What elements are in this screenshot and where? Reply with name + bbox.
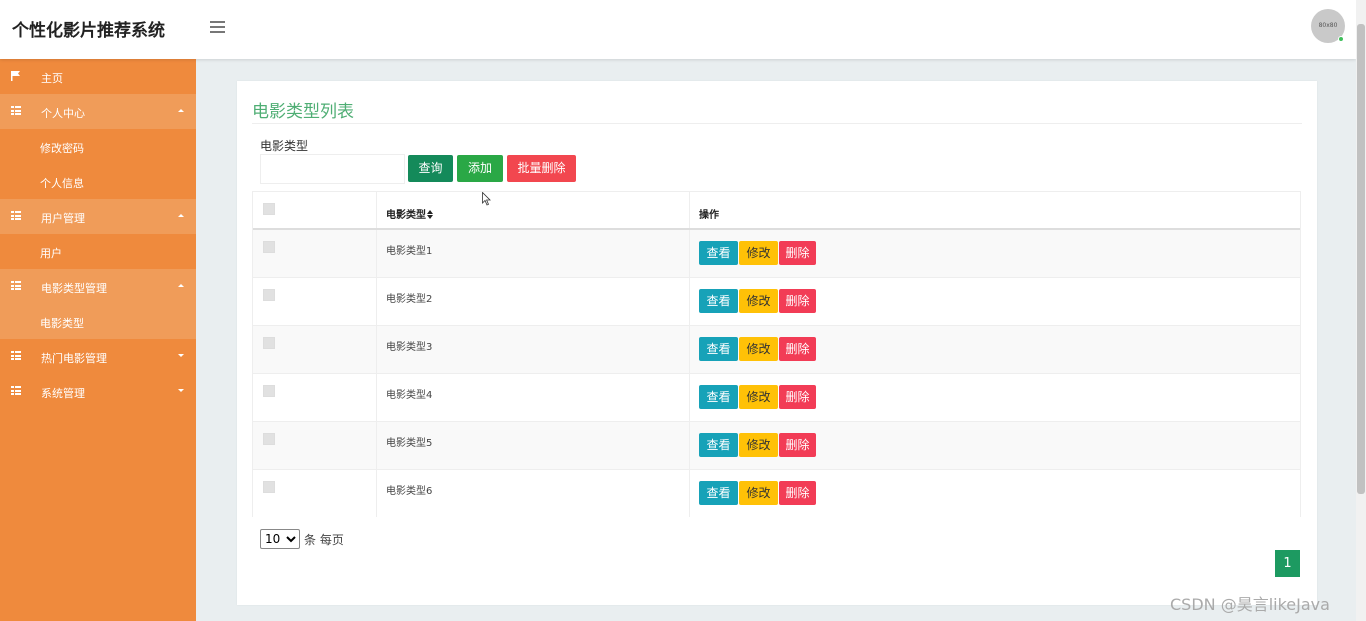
caret-down-icon [178, 354, 184, 357]
row-checkbox[interactable] [263, 481, 275, 493]
table-row: 电影类型5 查看 修改 删除 [253, 422, 1300, 470]
sidebar-group-user-management[interactable]: 用户管理 [0, 199, 196, 234]
top-bar: 个性化影片推荐系统 80x80 [0, 0, 1356, 59]
sidebar-item-users[interactable]: 用户 [0, 234, 196, 269]
page-size-select[interactable]: 10 [260, 529, 300, 549]
list-icon [11, 386, 21, 396]
table-header: 电影类型 操作 [253, 192, 1300, 230]
page-scrollbar[interactable] [1356, 0, 1366, 621]
view-button[interactable]: 查看 [699, 481, 738, 505]
sidebar-item-label: 修改密码 [40, 142, 84, 155]
online-status-dot [1338, 36, 1344, 42]
edit-button[interactable]: 修改 [739, 241, 778, 265]
sidebar: 主页 个人中心 修改密码 个人信息 用户管理 用户 电影类型管理 电影类型 热门… [0, 59, 196, 621]
flag-icon [11, 71, 20, 81]
content-card: 电影类型列表 电影类型 查询 添加 批量删除 电影类型 操作 电影类型1 查看 … [237, 81, 1317, 605]
view-button[interactable]: 查看 [699, 289, 738, 313]
movie-type-name: 电影类型2 [386, 294, 433, 305]
row-checkbox[interactable] [263, 241, 275, 253]
caret-up-icon [178, 109, 184, 112]
per-page-label: 条 每页 [304, 533, 344, 547]
delete-button[interactable]: 删除 [779, 337, 816, 361]
page-button-current[interactable]: 1 [1275, 550, 1300, 577]
sidebar-item-change-password[interactable]: 修改密码 [0, 129, 196, 164]
delete-button[interactable]: 删除 [779, 289, 816, 313]
sidebar-group-personal[interactable]: 个人中心 [0, 94, 196, 129]
table-row: 电影类型1 查看 修改 删除 [253, 230, 1300, 278]
movie-type-name: 电影类型6 [386, 486, 433, 497]
table-row: 电影类型3 查看 修改 删除 [253, 326, 1300, 374]
mouse-cursor-icon [482, 192, 491, 206]
page-title: 电影类型列表 [252, 102, 354, 122]
sidebar-group-label: 用户管理 [41, 212, 85, 225]
table-row: 电影类型4 查看 修改 删除 [253, 374, 1300, 422]
movie-type-search-input[interactable] [260, 154, 405, 184]
delete-button[interactable]: 删除 [779, 241, 816, 265]
sidebar-item-label: 个人信息 [40, 177, 84, 190]
sidebar-item-label: 用户 [40, 247, 62, 260]
view-button[interactable]: 查看 [699, 337, 738, 361]
watermark: CSDN @昊言likeJava [1170, 595, 1330, 614]
list-icon [11, 106, 21, 116]
app-title: 个性化影片推荐系统 [12, 21, 165, 41]
delete-button[interactable]: 删除 [779, 433, 816, 457]
sidebar-item-movie-type[interactable]: 电影类型 [0, 304, 196, 339]
list-icon [11, 351, 21, 361]
delete-button[interactable]: 删除 [779, 481, 816, 505]
row-checkbox[interactable] [263, 337, 275, 349]
row-checkbox[interactable] [263, 289, 275, 301]
movie-type-name: 电影类型4 [386, 390, 433, 401]
table-row: 电影类型6 查看 修改 删除 [253, 470, 1300, 517]
sidebar-group-system[interactable]: 系统管理 [0, 374, 196, 409]
edit-button[interactable]: 修改 [739, 433, 778, 457]
delete-button[interactable]: 删除 [779, 385, 816, 409]
scrollbar-thumb[interactable] [1357, 24, 1365, 494]
table-row: 电影类型2 查看 修改 删除 [253, 278, 1300, 326]
caret-up-icon [178, 284, 184, 287]
view-button[interactable]: 查看 [699, 385, 738, 409]
edit-button[interactable]: 修改 [739, 385, 778, 409]
column-header-movie-type[interactable]: 电影类型 [386, 206, 433, 221]
row-checkbox[interactable] [263, 385, 275, 397]
sidebar-group-label: 系统管理 [41, 387, 85, 400]
sidebar-group-label: 热门电影管理 [41, 352, 107, 365]
menu-toggle-icon[interactable] [210, 18, 228, 36]
caret-down-icon [178, 389, 184, 392]
list-icon [11, 281, 21, 291]
sidebar-group-movie-type-management[interactable]: 电影类型管理 [0, 269, 196, 304]
sort-icon [427, 210, 433, 219]
sidebar-group-label: 个人中心 [41, 107, 85, 120]
select-all-checkbox[interactable] [263, 203, 275, 215]
sidebar-group-label: 电影类型管理 [41, 282, 107, 295]
movie-type-name: 电影类型5 [386, 438, 433, 449]
movie-type-name: 电影类型3 [386, 342, 433, 353]
sidebar-group-hot-movies[interactable]: 热门电影管理 [0, 339, 196, 374]
column-header-actions: 操作 [699, 210, 719, 221]
movie-type-name: 电影类型1 [386, 246, 433, 257]
search-label: 电影类型 [260, 139, 309, 153]
view-button[interactable]: 查看 [699, 433, 738, 457]
batch-delete-button[interactable]: 批量删除 [507, 155, 576, 182]
sidebar-item-label: 电影类型 [40, 317, 84, 330]
sidebar-item-home[interactable]: 主页 [0, 59, 196, 94]
movie-type-table: 电影类型 操作 电影类型1 查看 修改 删除 电影类型2 查看 修改 删除 电影… [252, 191, 1301, 517]
list-icon [11, 211, 21, 221]
caret-up-icon [178, 214, 184, 217]
sidebar-item-personal-info[interactable]: 个人信息 [0, 164, 196, 199]
row-checkbox[interactable] [263, 433, 275, 445]
title-divider [252, 123, 1302, 124]
add-button[interactable]: 添加 [457, 155, 503, 182]
edit-button[interactable]: 修改 [739, 289, 778, 313]
edit-button[interactable]: 修改 [739, 337, 778, 361]
view-button[interactable]: 查看 [699, 241, 738, 265]
edit-button[interactable]: 修改 [739, 481, 778, 505]
query-button[interactable]: 查询 [408, 155, 453, 182]
sidebar-item-label: 主页 [41, 72, 63, 85]
